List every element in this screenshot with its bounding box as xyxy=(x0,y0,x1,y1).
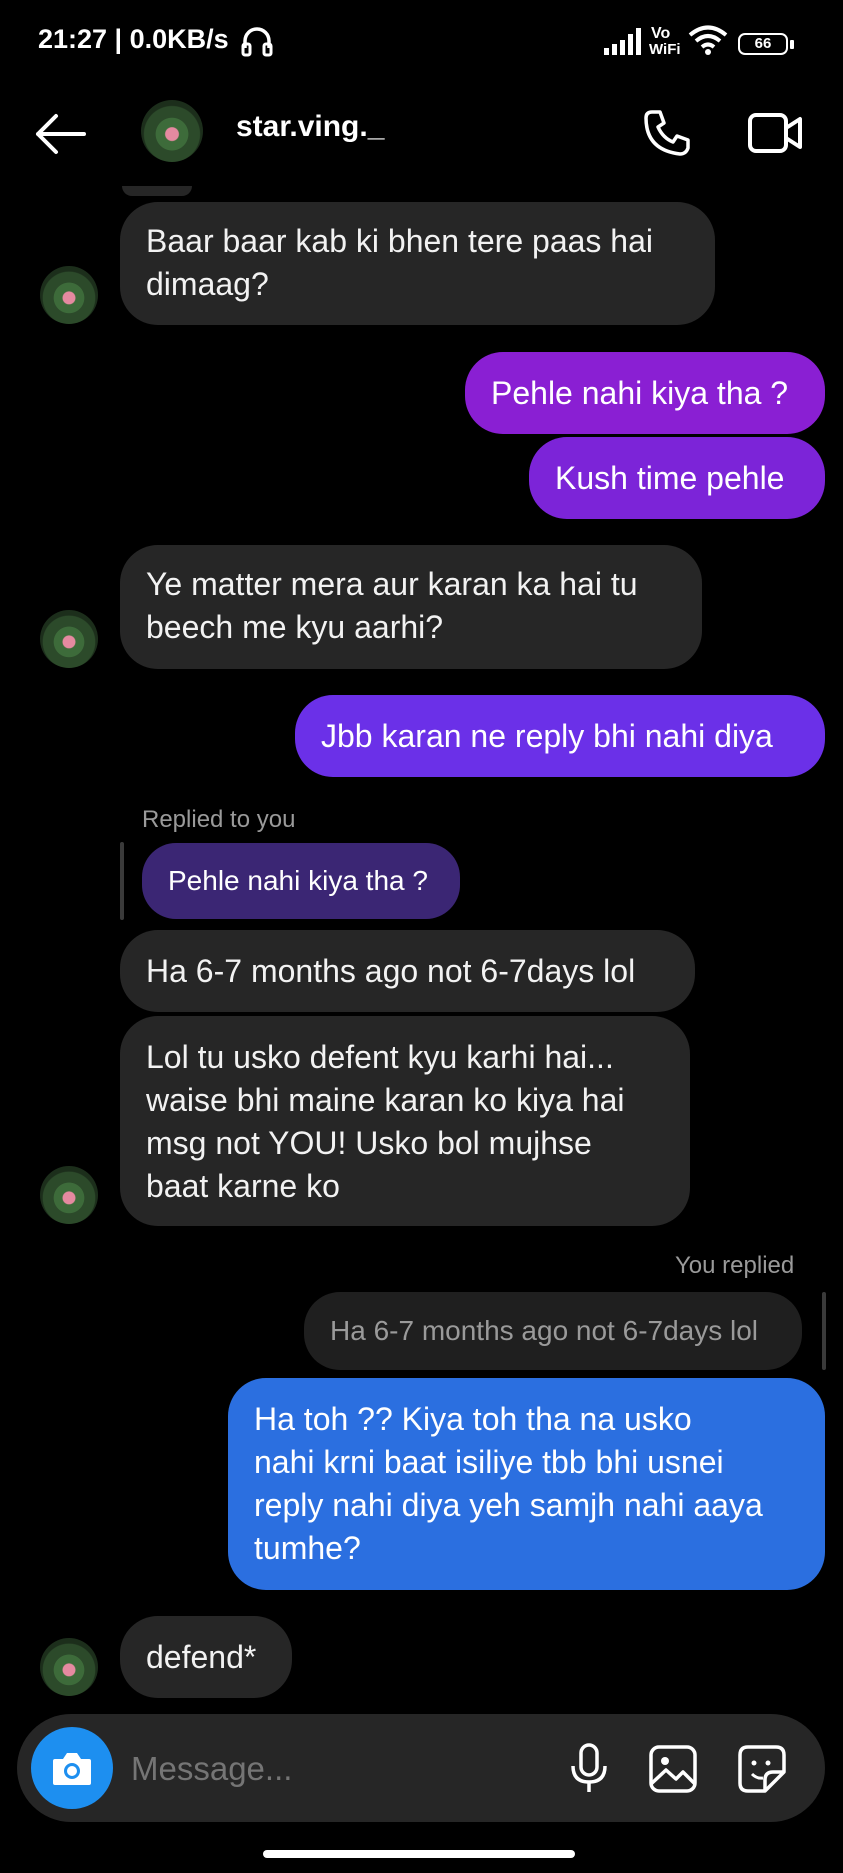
camera-button[interactable] xyxy=(31,1727,113,1809)
home-indicator[interactable] xyxy=(263,1850,575,1858)
message-line: beech me kyu aarhi? xyxy=(146,609,444,645)
gallery-icon[interactable] xyxy=(648,1744,698,1794)
sender-avatar[interactable] xyxy=(40,1166,98,1224)
reply-indicator-bar xyxy=(822,1292,826,1370)
camera-icon xyxy=(53,1753,91,1785)
wifi-label: WiFi xyxy=(649,41,681,58)
phone-icon[interactable] xyxy=(642,108,692,158)
message-incoming[interactable]: Lol tu usko defent kyu karhi hai... wais… xyxy=(120,1016,690,1226)
message-line: nahi krni baat isiliye tbb bhi usnei xyxy=(254,1444,724,1480)
message-outgoing[interactable]: Ha toh ?? Kiya toh tha na usko nahi krni… xyxy=(228,1378,825,1590)
back-arrow-icon[interactable] xyxy=(34,112,86,156)
message-incoming[interactable]: Ha 6-7 months ago not 6-7days lol xyxy=(120,930,695,1012)
message-line: tumhe? xyxy=(254,1530,361,1566)
battery-icon: 66 xyxy=(738,33,788,55)
reply-label: You replied xyxy=(675,1252,795,1279)
header-avatar[interactable] xyxy=(141,100,203,162)
microphone-icon[interactable] xyxy=(569,1742,609,1796)
message-input[interactable] xyxy=(129,1744,553,1794)
message-incoming[interactable]: defend* xyxy=(120,1616,292,1698)
message-line: Ye matter mera aur karan ka hai tu xyxy=(146,566,638,602)
quoted-message[interactable]: Pehle nahi kiya tha ? xyxy=(142,843,460,919)
message-composer xyxy=(17,1714,825,1822)
previous-message-edge xyxy=(122,186,192,196)
message-outgoing[interactable]: Pehle nahi kiya tha ? xyxy=(465,352,825,434)
sender-avatar[interactable] xyxy=(40,1638,98,1696)
signal-icon xyxy=(604,28,641,55)
battery-tip xyxy=(790,40,794,49)
reply-label: Replied to you xyxy=(142,806,296,833)
reply-indicator-bar xyxy=(120,842,124,920)
message-outgoing[interactable]: Kush time pehle xyxy=(529,437,825,519)
message-incoming[interactable]: Baar baar kab ki bhen tere paas hai dima… xyxy=(120,202,715,325)
message-line: dimaag? xyxy=(146,266,269,302)
quoted-message[interactable]: Ha 6-7 months ago not 6-7days lol xyxy=(304,1292,802,1370)
message-line: Ha toh ?? Kiya toh tha na usko xyxy=(254,1401,692,1437)
sticker-icon[interactable] xyxy=(737,1744,787,1794)
message-outgoing[interactable]: Jbb karan ne reply bhi nahi diya xyxy=(295,695,825,777)
headphones-icon xyxy=(241,27,273,57)
status-time-speed: 21:27 | 0.0KB/s xyxy=(38,24,229,54)
message-line: reply nahi diya yeh samjh nahi aaya xyxy=(254,1487,763,1523)
message-line: baat karne ko xyxy=(146,1168,340,1204)
video-camera-icon[interactable] xyxy=(747,110,803,156)
message-line: waise bhi maine karan ko kiya hai xyxy=(146,1082,625,1118)
vo-label: Vo xyxy=(651,25,671,42)
message-incoming[interactable]: Ye matter mera aur karan ka hai tu beech… xyxy=(120,545,702,669)
message-line: Lol tu usko defent kyu karhi hai... xyxy=(146,1039,614,1075)
sender-avatar[interactable] xyxy=(40,610,98,668)
message-line: Baar baar kab ki bhen tere paas hai xyxy=(146,223,653,259)
wifi-icon xyxy=(688,25,728,55)
sender-avatar[interactable] xyxy=(40,266,98,324)
header-username[interactable]: star.ving._ xyxy=(236,110,384,144)
message-line: msg not YOU! Usko bol mujhse xyxy=(146,1125,592,1161)
battery-level: 66 xyxy=(754,35,772,52)
